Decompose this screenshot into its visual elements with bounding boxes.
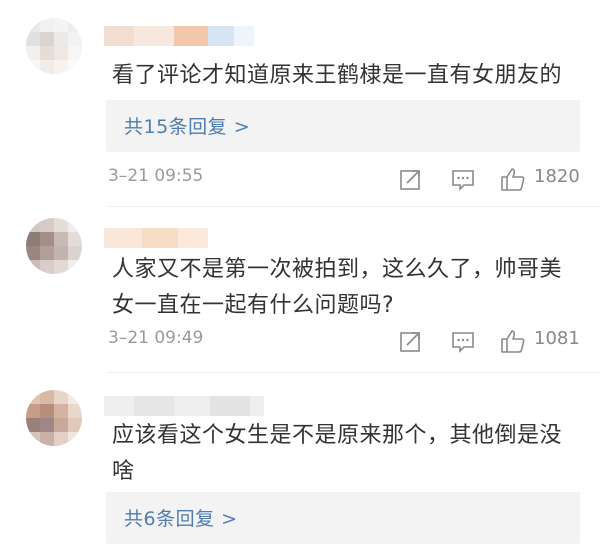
reply-box: 共6条回复 > [106, 492, 580, 544]
comment-text: 看了评论才知道原来王鹤棣是一直有女朋友的 [112, 63, 563, 88]
like-count: 1081 [534, 328, 580, 349]
comment-icon[interactable] [450, 328, 476, 354]
comment-text-line: 人家又不是第一次被拍到，这么久了，帅哥美 [112, 257, 563, 282]
comment-text: 人家又不是第一次被拍到，这么久了，帅哥美 女一直在一起有什么问题吗? [112, 252, 580, 324]
timestamp: 3–21 09:55 [108, 166, 204, 186]
username-blurred[interactable] [104, 396, 264, 416]
reply-box: 共15条回复 > [106, 100, 580, 152]
view-replies-link[interactable]: 共6条回复 > [124, 504, 238, 531]
divider [108, 206, 600, 207]
view-replies-link[interactable]: 共15条回复 > [124, 112, 250, 139]
like-icon[interactable] [500, 166, 526, 192]
like-icon[interactable] [500, 328, 526, 354]
comment-meta: 3–21 09:55 1820 [108, 166, 580, 192]
comment-text: 应该看这个女生是不是原来那个，其他倒是没 啥 [112, 418, 580, 490]
timestamp: 3–21 09:49 [108, 328, 204, 348]
avatar[interactable] [26, 390, 82, 446]
forward-icon[interactable] [398, 328, 424, 354]
avatar[interactable] [26, 218, 82, 274]
comment-text-line: 女一直在一起有什么问题吗? [112, 293, 395, 318]
divider [108, 372, 600, 373]
comment-text-line: 啥 [112, 459, 135, 484]
username-blurred[interactable] [104, 228, 208, 248]
like-count: 1820 [534, 166, 580, 187]
comment-icon[interactable] [450, 166, 476, 192]
comment-meta: 3–21 09:49 1081 [108, 328, 580, 354]
avatar[interactable] [26, 18, 82, 74]
comment-text-line: 应该看这个女生是不是原来那个，其他倒是没 [112, 423, 563, 448]
forward-icon[interactable] [398, 166, 424, 192]
username-blurred[interactable] [104, 26, 254, 46]
